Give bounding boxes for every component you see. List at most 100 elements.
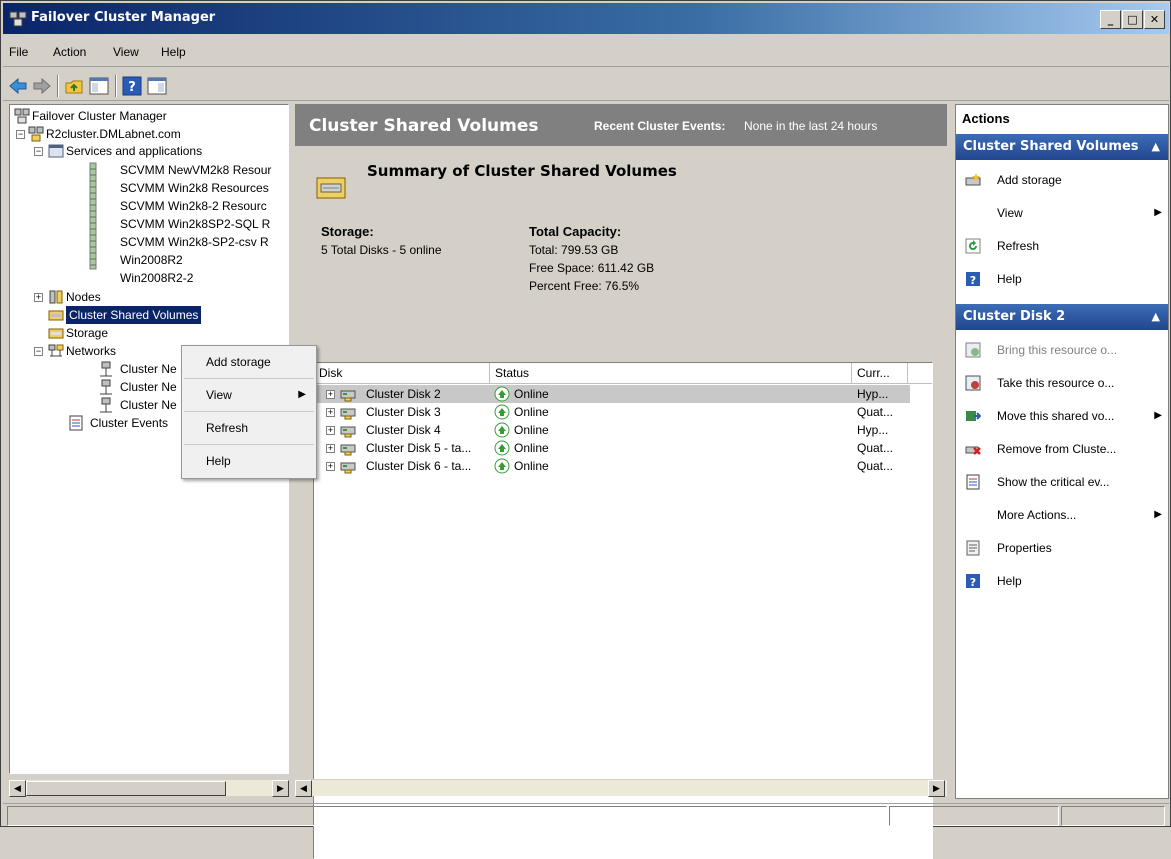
tree-service-item[interactable]: SCVMM Win2k8-SP2-csv R <box>120 233 269 251</box>
maximize-button[interactable]: □ <box>1122 10 1143 29</box>
tree-service-item[interactable]: Win2008R2-2 <box>120 269 193 287</box>
online-status-icon <box>494 458 510 474</box>
action-remove-from-cluster[interactable]: Remove from Cluste... <box>956 434 1168 464</box>
menu-action[interactable]: Action <box>53 45 86 59</box>
action-bring-online[interactable]: Bring this resource o... <box>956 335 1168 365</box>
tree-service-item[interactable]: SCVMM Win2k8-2 Resourc <box>120 197 267 215</box>
action-help[interactable]: ? Help <box>956 264 1168 294</box>
tree-network-item[interactable]: Cluster Ne <box>120 360 177 378</box>
table-row[interactable]: + Cluster Disk 5 - ta... Online Quat... <box>314 439 910 457</box>
show-hide-action-pane-icon[interactable] <box>146 75 168 97</box>
expand-icon[interactable]: + <box>34 293 43 302</box>
tree-service-item[interactable]: Win2008R2 <box>120 251 183 269</box>
expand-icon[interactable]: + <box>326 390 335 399</box>
minimize-button[interactable]: _ <box>1100 10 1121 29</box>
collapse-icon[interactable]: − <box>34 147 43 156</box>
summary-section: Summary of Cluster Shared Volumes Storag… <box>295 146 947 362</box>
recent-events-value[interactable]: None in the last 24 hours <box>744 119 877 133</box>
online-status-icon <box>494 386 510 402</box>
up-folder-icon[interactable] <box>63 75 85 97</box>
forward-arrow-icon[interactable] <box>31 75 53 97</box>
show-hide-tree-icon[interactable] <box>88 75 110 97</box>
tree-services[interactable]: Services and applications <box>66 142 202 160</box>
properties-icon <box>966 540 980 556</box>
scroll-thumb[interactable] <box>26 781 226 796</box>
action-show-critical-events[interactable]: Show the critical ev... <box>956 467 1168 497</box>
tree-service-item[interactable]: SCVMM NewVM2k8 Resour <box>120 161 271 179</box>
row-disk-name: Cluster Disk 2 <box>366 387 441 401</box>
row-status: Online <box>514 441 549 455</box>
networks-icon <box>48 344 64 357</box>
tree-nodes[interactable]: Nodes <box>66 288 101 306</box>
capacity-label: Total Capacity: <box>529 224 622 239</box>
table-row[interactable]: + Cluster Disk 4 Online Hyp... <box>314 421 910 439</box>
online-status-icon <box>494 440 510 456</box>
action-view[interactable]: View ▶ <box>956 198 1168 228</box>
tree-service-item[interactable]: SCVMM Win2k8SP2-SQL R <box>120 215 270 233</box>
tree-storage[interactable]: Storage <box>66 324 108 342</box>
scroll-left-button[interactable]: ◀ <box>9 780 26 797</box>
title-bar[interactable]: Failover Cluster Manager _ □ ✕ <box>3 3 1169 34</box>
column-status[interactable]: Status <box>490 363 852 384</box>
action-more-actions[interactable]: More Actions... ▶ <box>956 500 1168 530</box>
disk-icon <box>340 426 356 438</box>
submenu-arrow-icon: ▶ <box>1154 509 1162 520</box>
table-row[interactable]: + Cluster Disk 3 Online Quat... <box>314 403 910 421</box>
help-icon: ? <box>966 574 980 589</box>
collapse-arrow-icon[interactable]: ▲ <box>1152 134 1160 160</box>
menu-separator <box>184 444 314 445</box>
menu-file[interactable]: File <box>9 45 28 59</box>
row-owner: Hyp... <box>857 387 889 401</box>
expand-icon[interactable]: + <box>326 462 335 471</box>
scroll-left-button[interactable]: ◀ <box>295 780 312 797</box>
actions-section-disk[interactable]: Cluster Disk 2 ▲ <box>956 304 1168 330</box>
submenu-arrow-icon: ▶ <box>298 389 306 400</box>
help-icon[interactable]: ? <box>121 75 143 97</box>
tree-root[interactable]: Failover Cluster Manager <box>32 107 167 125</box>
table-row[interactable]: + Cluster Disk 6 - ta... Online Quat... <box>314 457 910 475</box>
submenu-arrow-icon: ▶ <box>1154 410 1162 421</box>
results-pane: Cluster Shared Volumes Recent Cluster Ev… <box>295 104 947 859</box>
menu-view[interactable]: View <box>113 45 139 59</box>
expand-icon[interactable]: + <box>326 426 335 435</box>
collapse-icon[interactable]: − <box>34 347 43 356</box>
context-help[interactable]: Help <box>182 446 316 476</box>
status-panel <box>1061 806 1165 826</box>
collapse-icon[interactable]: − <box>16 130 25 139</box>
row-owner: Quat... <box>857 441 894 455</box>
expand-icon[interactable]: + <box>326 444 335 453</box>
collapse-arrow-icon[interactable]: ▲ <box>1152 304 1160 330</box>
tree-csv-selected[interactable]: Cluster Shared Volumes <box>66 306 202 324</box>
status-panel <box>889 806 1059 826</box>
expand-icon[interactable]: + <box>326 408 335 417</box>
tree-network-item[interactable]: Cluster Ne <box>120 378 177 396</box>
action-move-volume[interactable]: Move this shared vo... ▶ <box>956 401 1168 431</box>
add-storage-icon <box>965 173 981 186</box>
actions-section-csv[interactable]: Cluster Shared Volumes ▲ <box>956 134 1168 160</box>
action-help-disk[interactable]: ? Help <box>956 566 1168 596</box>
table-row[interactable]: + Cluster Disk 2 Online Hyp... <box>314 385 910 403</box>
column-current-owner[interactable]: Curr... <box>852 363 908 384</box>
context-add-storage[interactable]: Add storage <box>182 347 316 377</box>
menu-help[interactable]: Help <box>161 45 186 59</box>
back-arrow-icon[interactable] <box>7 75 29 97</box>
cluster-manager-app-icon <box>9 11 27 27</box>
scroll-right-button[interactable]: ▶ <box>928 780 945 797</box>
context-refresh[interactable]: Refresh <box>182 413 316 443</box>
tree-cluster[interactable]: R2cluster.DMLabnet.com <box>46 125 181 143</box>
column-disk[interactable]: Disk <box>314 363 490 384</box>
action-take-offline[interactable]: Take this resource o... <box>956 368 1168 398</box>
tree-network-item[interactable]: Cluster Ne <box>120 396 177 414</box>
tree-events[interactable]: Cluster Events <box>90 414 168 432</box>
tree-networks[interactable]: Networks <box>66 342 116 360</box>
tree-service-item[interactable]: SCVMM Win2k8 Resources <box>120 179 269 197</box>
action-properties[interactable]: Properties <box>956 533 1168 563</box>
results-horizontal-scrollbar[interactable]: ◀ ▶ <box>295 779 947 797</box>
storage-label: Storage: <box>321 224 374 239</box>
action-add-storage[interactable]: Add storage <box>956 165 1168 195</box>
close-button[interactable]: ✕ <box>1144 10 1165 29</box>
context-view[interactable]: View ▶ <box>182 380 316 410</box>
action-refresh[interactable]: Refresh <box>956 231 1168 261</box>
tree-horizontal-scrollbar[interactable]: ◀ ▶ <box>9 779 289 797</box>
scroll-right-button[interactable]: ▶ <box>272 780 289 797</box>
